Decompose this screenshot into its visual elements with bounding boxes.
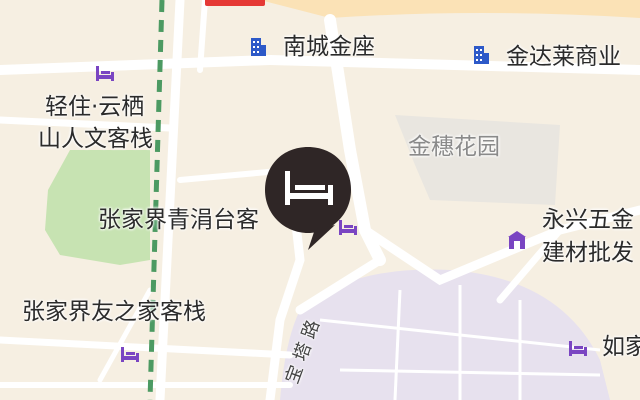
bed-icon xyxy=(96,66,114,81)
poi-label-yongxing-2[interactable]: 建材批发 xyxy=(542,238,640,268)
poi-label-qingzhu-1[interactable]: 轻住·云栖 xyxy=(45,92,144,122)
shop-icon xyxy=(508,231,526,249)
bed-icon xyxy=(121,347,139,362)
building-icon xyxy=(474,46,489,64)
poi-label-rujia[interactable]: 如家 xyxy=(602,332,640,362)
map-view[interactable]: 南城金座 金达莱商业 轻住·云栖 山人文客栈 金穗花园 张家界青涓台客 永兴五金… xyxy=(0,0,640,400)
selected-hotel-pin[interactable] xyxy=(263,145,353,255)
poi-label-qingzhu-2[interactable]: 山人文客栈 xyxy=(38,124,153,154)
poi-label-jindalai[interactable]: 金达莱商业 xyxy=(506,42,640,72)
poi-label-qingjuan[interactable]: 张家界青涓台客 xyxy=(98,205,259,235)
bed-icon xyxy=(569,341,587,356)
top-marker xyxy=(205,0,265,6)
poi-label-yongxing-1[interactable]: 永兴五金 xyxy=(542,205,640,235)
poi-label-nancheng[interactable]: 南城金座 xyxy=(283,32,375,62)
area-label-jinsui[interactable]: 金穗花园 xyxy=(408,132,500,162)
poi-label-youzhijia[interactable]: 张家界友之家客栈 xyxy=(22,297,206,327)
building-icon xyxy=(251,38,266,56)
